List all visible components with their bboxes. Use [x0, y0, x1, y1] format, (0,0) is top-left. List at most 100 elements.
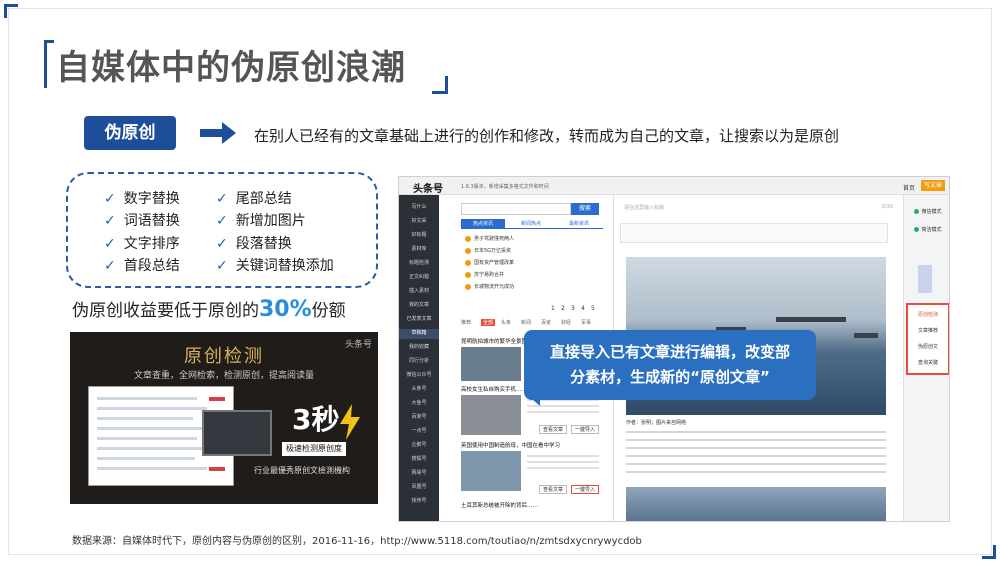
category[interactable]: 新闻: [521, 319, 531, 326]
originality-detection-image: 头条号 原创检测 文章查重，全网检索，检测原创，提高阅读量 3秒 极速检测原创度…: [70, 332, 378, 504]
detect-subtitle: 文章查重，全网检索，检测原创，提高阅读量: [133, 371, 314, 381]
tab-latest[interactable]: 最新资讯: [557, 219, 601, 229]
editor-toolbar[interactable]: [620, 223, 888, 243]
tool-rewrite[interactable]: 伪原创文: [910, 343, 946, 350]
method-item: ✓ 词语替换: [104, 213, 180, 229]
page-number[interactable]: 5: [591, 305, 595, 312]
sidebar-item[interactable]: 快传号: [399, 497, 439, 504]
callout-box: 直接导入已有文章进行编辑，改变部 分素材，生成新的“原创文章”: [524, 330, 816, 400]
title-bracket: [44, 40, 54, 88]
check-icon: ✓: [216, 236, 228, 252]
category[interactable]: 百家: [541, 319, 551, 326]
mode-icon: [914, 227, 920, 232]
check-icon: ✓: [104, 191, 116, 207]
sidebar-item[interactable]: 同行分析: [399, 357, 439, 364]
sidebar-item[interactable]: 网易号: [399, 469, 439, 476]
detect-footer: 行业最優秀原创文檢測機构: [254, 466, 350, 475]
hot-item[interactable]: 男子驾驶撞死两人: [465, 235, 514, 242]
tool-article-recommend[interactable]: 文章推荐: [910, 327, 946, 334]
method-item: ✓ 数字替换: [104, 191, 180, 207]
method-item: ✓ 尾部总结: [216, 191, 292, 207]
write-article-button[interactable]: 写文章: [921, 180, 945, 191]
sidebar-item[interactable]: 企鹅号: [399, 441, 439, 448]
sidebar-item[interactable]: 好文采: [399, 217, 439, 224]
method-item: ✓ 首段总结: [104, 258, 180, 274]
home-link[interactable]: 首页: [903, 183, 915, 192]
hot-item[interactable]: 长城物流开元成功: [465, 283, 514, 290]
title-bracket: [432, 76, 448, 94]
monitor-icon: [202, 410, 272, 456]
top-bar: 头条号 1.8.3版本，新增采集多格式文件和时间 首页 写文章: [399, 177, 949, 195]
tab-news[interactable]: 新闻热点: [509, 219, 553, 229]
title-input[interactable]: 请在这里输入标题: [624, 204, 664, 211]
view-article-button[interactable]: 查看文章: [539, 485, 567, 494]
sidebar-item[interactable]: 正文纠错: [399, 273, 439, 280]
hot-item[interactable]: 日本5G万亿投资: [465, 247, 511, 254]
sidebar-item[interactable]: 大鱼号: [399, 399, 439, 406]
sidebar-item[interactable]: 凤凰号: [399, 483, 439, 490]
check-icon: ✓: [104, 213, 116, 229]
tab-hot[interactable]: 热点资讯: [461, 219, 505, 229]
check-icon: ✓: [104, 258, 116, 274]
page-number[interactable]: 3: [571, 305, 575, 312]
news-title[interactable]: 英国使用中国制造航母，中国在看中学习: [461, 441, 560, 449]
material-search-input[interactable]: [461, 203, 571, 215]
category[interactable]: 全部: [481, 319, 496, 326]
category[interactable]: 推荐: [461, 319, 471, 326]
news-thumbnail: [461, 451, 521, 491]
category[interactable]: 头条: [501, 319, 511, 326]
sidebar: 写什么 好文采 好标题 素材库 标题检测 正文纠错 插入素材 我的文章 已发表文…: [399, 195, 439, 521]
method-item: ✓ 段落替换: [216, 236, 292, 252]
category[interactable]: 军事: [581, 319, 591, 326]
sidebar-item[interactable]: 已发表文章: [399, 315, 439, 322]
view-article-button[interactable]: 查看文章: [539, 425, 567, 434]
corner-decoration: [982, 545, 996, 559]
sidebar-item[interactable]: 写什么: [399, 203, 439, 210]
sidebar-item[interactable]: 百家号: [399, 413, 439, 420]
simple-mode-button[interactable]: 简洁模式: [908, 223, 948, 237]
page-number[interactable]: 4: [581, 305, 585, 312]
sidebar-item[interactable]: 好标题: [399, 231, 439, 238]
page-number[interactable]: 1: [551, 305, 555, 312]
sidebar-item[interactable]: 一点号: [399, 427, 439, 434]
detect-title: 原创检测: [184, 346, 264, 367]
category[interactable]: 财经: [561, 319, 571, 326]
news-title[interactable]: 高校女生私自购买手机……: [461, 385, 527, 393]
sidebar-item[interactable]: 头条号: [399, 385, 439, 392]
page-number[interactable]: 2: [561, 305, 565, 312]
income-statement: 伪原创收益要低于原创的30%份额: [72, 297, 346, 322]
sidebar-item[interactable]: 我的文章: [399, 301, 439, 308]
sidebar-item[interactable]: 微信公众号: [399, 371, 439, 378]
tool-originality-check[interactable]: 原创检测: [910, 311, 946, 318]
hot-item[interactable]: 苏宁易购合并: [465, 271, 504, 278]
sidebar-item[interactable]: 插入素材: [399, 287, 439, 294]
slide-title: 自媒体中的伪原创浪潮: [56, 48, 406, 88]
method-item: ✓ 关键词替换添加: [216, 258, 334, 274]
news-thumbnail: [461, 347, 521, 381]
check-icon: ✓: [104, 236, 116, 252]
data-source: 数据来源：自媒体时代下，原创内容与伪原创的区别，2016-11-16，http:…: [72, 536, 642, 547]
lightning-icon: [340, 404, 360, 440]
callout-line: 分素材，生成新的“原创文章”: [570, 368, 770, 386]
tools-panel: 微信模式 简洁模式 原创检测 文章推荐 伪原创文 查询关键: [903, 195, 949, 521]
concept-tag: 伪原创: [84, 116, 176, 150]
article-photo: [626, 487, 886, 521]
sidebar-item[interactable]: 搜狐号: [399, 455, 439, 462]
hot-item[interactable]: 国有资产管理改革: [465, 259, 514, 266]
check-icon: ✓: [216, 258, 228, 274]
search-button[interactable]: 搜索: [571, 203, 599, 215]
article-caption: 作者：张明；图片来自网络: [626, 420, 687, 426]
wechat-mode-button[interactable]: 微信模式: [908, 205, 948, 219]
import-button[interactable]: 一键导入: [571, 425, 599, 434]
sidebar-item[interactable]: 我的收藏: [399, 343, 439, 350]
sidebar-item[interactable]: 草稿箱: [399, 329, 439, 339]
tool-keyword-query[interactable]: 查询关键: [910, 359, 946, 366]
import-button[interactable]: 一键导入: [571, 485, 599, 494]
hot-tabs: 热点资讯 新闻热点 最新资讯: [461, 219, 603, 229]
news-title[interactable]: 土耳其新总统被开除的背后……: [461, 501, 538, 509]
sidebar-item[interactable]: 素材库: [399, 245, 439, 252]
sidebar-item[interactable]: 标题检测: [399, 259, 439, 266]
method-item: ✓ 文字排序: [104, 236, 180, 252]
detect-seconds: 3秒: [292, 403, 340, 436]
originality-tools: 原创检测 文章推荐 伪原创文 查询关键: [906, 303, 949, 375]
